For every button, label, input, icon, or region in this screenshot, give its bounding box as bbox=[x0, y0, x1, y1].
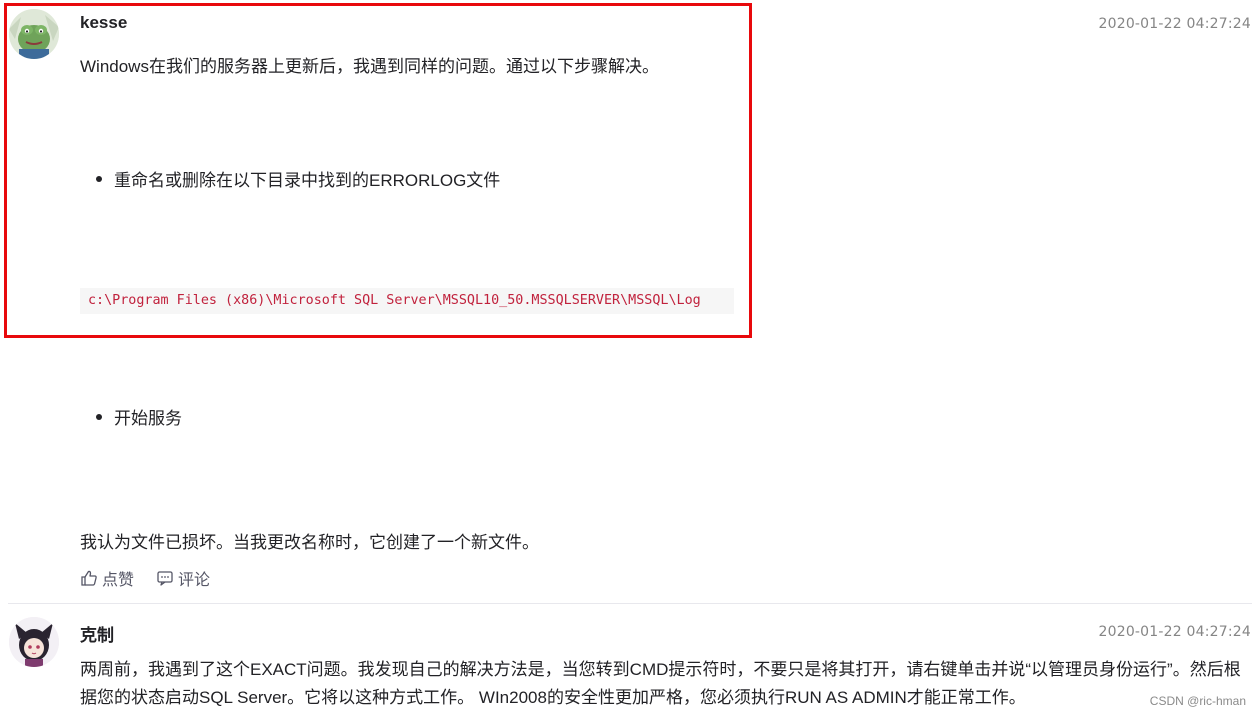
comment-label: 评论 bbox=[178, 572, 211, 589]
comment-timestamp: 2020-01-22 04:27:24 bbox=[1098, 624, 1251, 640]
bullet-dot bbox=[96, 413, 102, 420]
inline-code-path: c:\Program Files (x86)\Microsoft SQL Ser… bbox=[80, 288, 734, 314]
comment-username[interactable]: 克制 bbox=[80, 621, 114, 646]
comment-text: 两周前，我遇到了这个EXACT问题。我发现自己的解决方法是，当您转到CMD提示符… bbox=[80, 660, 1241, 707]
comment-icon bbox=[157, 571, 173, 586]
watermark: CSDN @ric-hman bbox=[1149, 694, 1246, 708]
anime-avatar-icon bbox=[9, 617, 59, 667]
comment-divider bbox=[8, 603, 1252, 604]
thumbs-up-icon bbox=[81, 570, 97, 586]
list-item-text: 开始服务 bbox=[114, 409, 182, 428]
list-item-text: 重命名或删除在以下目录中找到的ERRORLOG文件 bbox=[114, 171, 501, 190]
list-item: 重命名或删除在以下目录中找到的ERRORLOG文件 bbox=[96, 166, 500, 191]
avatar[interactable] bbox=[9, 9, 59, 59]
avatar[interactable] bbox=[9, 617, 59, 667]
comment-conclusion-text: 我认为文件已损坏。当我更改名称时，它创建了一个新文件。 bbox=[80, 533, 539, 552]
comment-timestamp: 2020-01-22 04:27:24 bbox=[1098, 16, 1251, 32]
comment-intro-text: Windows在我们的服务器上更新后，我遇到同样的问题。通过以下步骤解决。 bbox=[80, 57, 659, 76]
comment-button[interactable]: 评论 bbox=[156, 566, 210, 590]
like-label: 点赞 bbox=[102, 572, 135, 589]
like-button[interactable]: 点赞 bbox=[80, 566, 134, 590]
list-item: 开始服务 bbox=[96, 404, 182, 429]
comment-username[interactable]: kesse bbox=[80, 13, 127, 33]
comment-actions: 点赞 评论 bbox=[80, 566, 210, 590]
frog-avatar-icon bbox=[9, 9, 59, 59]
bullet-dot bbox=[96, 175, 102, 182]
